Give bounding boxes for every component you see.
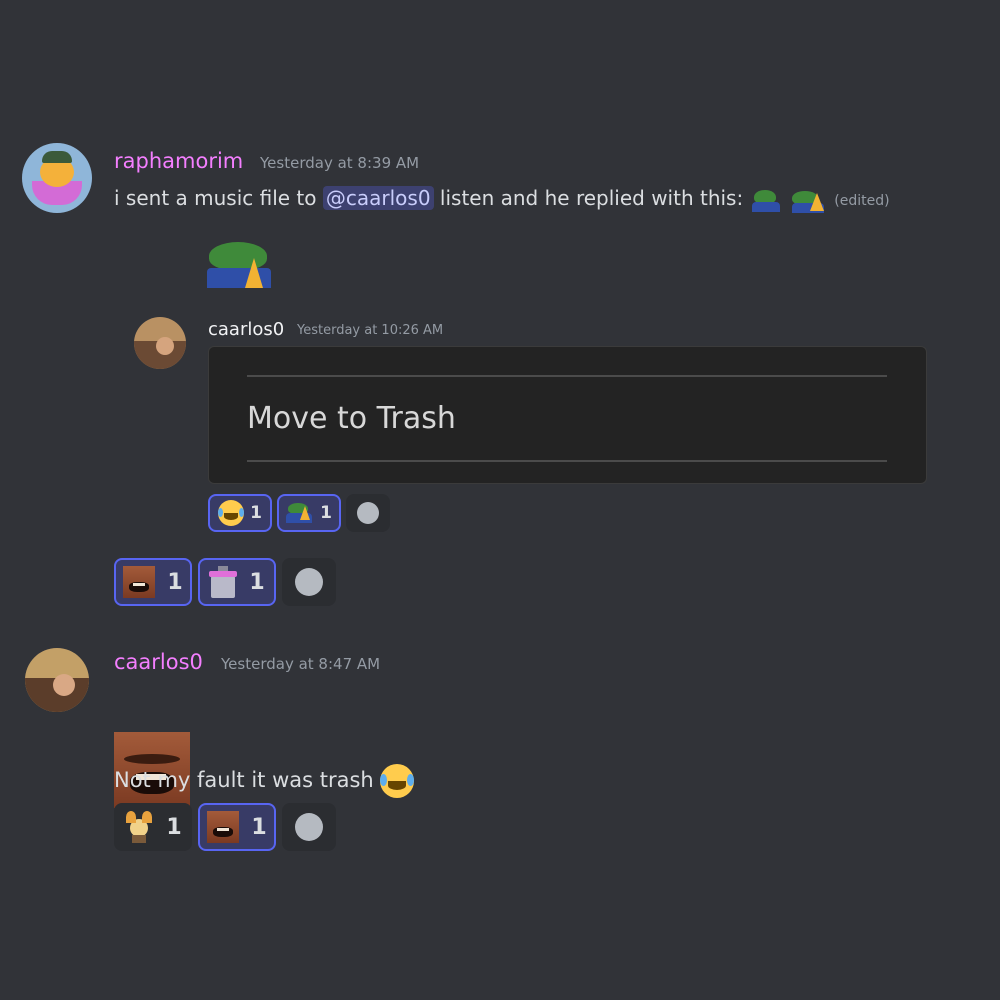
- username[interactable]: caarlos0: [114, 650, 203, 674]
- username[interactable]: raphamorim: [114, 149, 243, 173]
- context-menu-image: Move to Trash: [208, 346, 927, 484]
- reaction-count: 1: [167, 569, 183, 595]
- joy-emoji: [218, 500, 245, 526]
- message-text: listen and he replied with this:: [439, 186, 744, 210]
- add-reaction-button[interactable]: [282, 803, 336, 851]
- edited-label: (edited): [834, 193, 890, 209]
- add-reaction-icon: [295, 813, 323, 841]
- reaction-button[interactable]: 1: [198, 803, 276, 851]
- avatar-caarlos0[interactable]: [25, 648, 89, 712]
- pepe-emoji: [286, 502, 314, 524]
- add-reaction-button[interactable]: [282, 558, 336, 606]
- menu-divider: [247, 375, 887, 377]
- message-content: Not my fault it was trash: [114, 764, 415, 798]
- timestamp: Yesterday at 8:39 AM: [260, 154, 420, 172]
- reaction-button[interactable]: 1: [114, 803, 192, 851]
- message-caarlos0: caarlos0 Yesterday at 8:47 AM Not my fau…: [0, 52, 1000, 851]
- face-laughing-image-emoji: [207, 811, 240, 843]
- avatar-caarlos0: [134, 317, 186, 369]
- avatar-raphamorim[interactable]: [22, 143, 92, 213]
- smile-icon: [357, 502, 379, 524]
- character-sticker-emoji: [124, 811, 154, 843]
- reaction-count: 1: [250, 503, 262, 523]
- menu-item-move-to-trash: Move to Trash: [247, 401, 456, 436]
- quoted-username: caarlos0: [208, 319, 285, 340]
- message-text: Not my fault it was trash: [114, 768, 374, 792]
- add-reaction-icon: [295, 568, 323, 596]
- face-laughing-image-emoji: [123, 566, 156, 598]
- reaction-count: 1: [320, 503, 332, 523]
- message-raphamorim: raphamorim Yesterday at 8:39 AM i sent a…: [0, 0, 1000, 606]
- user-mention[interactable]: @caarlos0: [322, 186, 434, 210]
- menu-divider: [247, 460, 887, 462]
- reaction-button[interactable]: 1: [114, 558, 192, 606]
- pepe-cone-emoji: [790, 187, 828, 213]
- quoted-reaction-pepe: 1: [277, 494, 341, 532]
- quoted-reaction-joy: 1: [208, 494, 272, 532]
- reaction-count: 1: [251, 814, 267, 840]
- quoted-timestamp: Yesterday at 10:26 AM: [297, 323, 444, 338]
- message-content: i sent a music file to @caarlos0 listen …: [114, 183, 890, 216]
- message-text: i sent a music file to: [114, 186, 317, 210]
- timestamp: Yesterday at 8:47 AM: [221, 655, 381, 673]
- reaction-button[interactable]: 1: [198, 558, 276, 606]
- trash-can-sticker-emoji: [209, 566, 238, 598]
- quoted-add-reaction: [346, 494, 390, 532]
- joy-emoji: [380, 764, 415, 798]
- pepe-sad-emoji: [750, 188, 784, 212]
- pepe-cone-emoji-large: [207, 240, 273, 288]
- reaction-count: 1: [166, 814, 182, 840]
- reaction-count: 1: [249, 569, 265, 595]
